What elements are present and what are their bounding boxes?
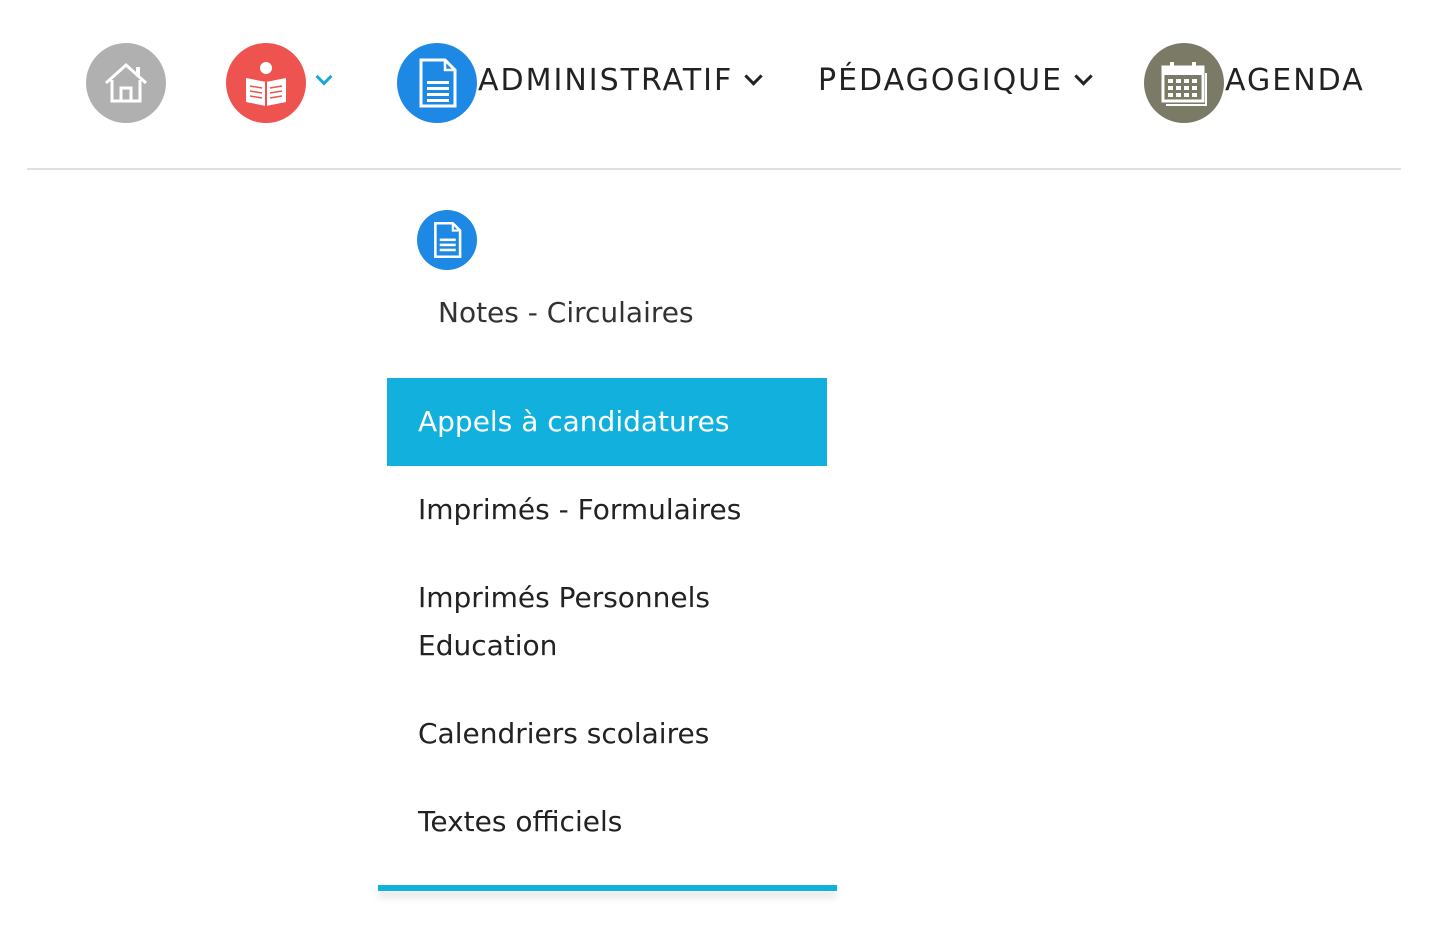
menu-item-textes-officiels[interactable]: Textes officiels [387,798,827,846]
menu-item-label: Textes officiels [418,805,623,838]
menu-item-imprimes-personnels-education[interactable]: Imprimés Personnels Education [387,574,747,670]
nav-administratif[interactable]: ADMINISTRATIF [478,58,763,102]
administratif-document-icon[interactable] [397,43,477,123]
dropdown-bottom-bar [378,885,837,891]
menu-item-imprimes-formulaires[interactable]: Imprimés - Formulaires [387,486,827,534]
chevron-down-icon[interactable] [315,68,333,86]
nav-pedagogique[interactable]: PÉDAGOGIQUE [818,58,1093,102]
menu-item-label: Appels à candidatures [418,405,730,438]
chevron-down-icon [744,66,763,86]
menu-item-label: Imprimés Personnels Education [418,581,711,662]
nav-pedagogique-label: PÉDAGOGIQUE [818,62,1064,98]
document-icon [417,210,477,270]
menu-item-appels-a-candidatures[interactable]: Appels à candidatures [387,378,827,466]
dropdown-heading[interactable]: Notes - Circulaires [438,296,694,329]
nav-agenda[interactable]: AGENDA [1225,58,1365,102]
nav-agenda-label: AGENDA [1225,62,1365,98]
menu-item-label: Calendriers scolaires [418,717,710,750]
home-button[interactable] [86,43,166,123]
menu-item-calendriers-scolaires[interactable]: Calendriers scolaires [387,710,827,758]
home-icon [104,62,148,103]
page: ADMINISTRATIF PÉDAGOGIQUE AGENDA Notes -… [0,0,1446,939]
nav-administratif-label: ADMINISTRATIF [478,62,734,98]
calendar-icon[interactable] [1144,43,1224,123]
menu-item-label: Imprimés - Formulaires [418,493,742,526]
chevron-down-icon [1074,66,1093,86]
book-menu-button[interactable] [226,43,306,123]
book-icon [246,62,286,106]
